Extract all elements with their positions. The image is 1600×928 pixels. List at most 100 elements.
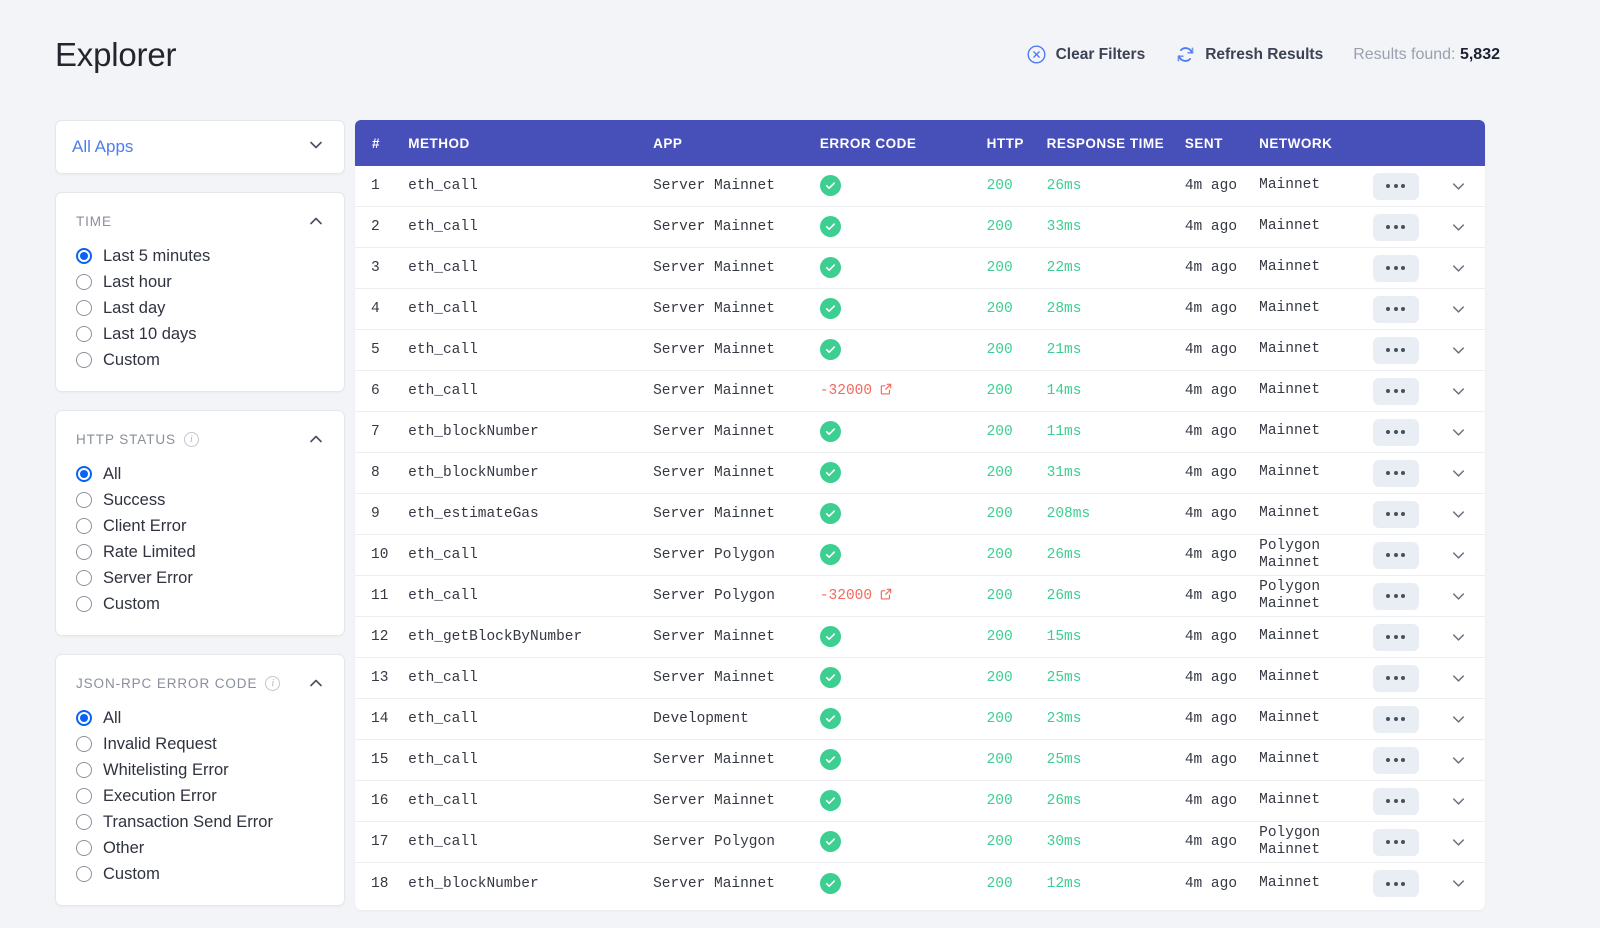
external-link-icon[interactable] xyxy=(879,382,893,401)
table-row[interactable]: 18 eth_blockNumber Server Mainnet 200 12ms 4m… xyxy=(355,863,1485,904)
filter-option[interactable]: Whitelisting Error xyxy=(76,757,326,783)
radio-button[interactable] xyxy=(76,570,92,586)
table-row[interactable]: 9 eth_estimateGas Server Mainnet 200 208ms 4m… xyxy=(355,494,1485,535)
filter-option[interactable]: Last 10 days xyxy=(76,321,326,347)
radio-button[interactable] xyxy=(76,544,92,560)
table-row[interactable]: 8 eth_blockNumber Server Mainnet 200 31ms 4m … xyxy=(355,453,1485,494)
table-row[interactable]: 14 eth_call Development 200 23ms 4m ago Mainne… xyxy=(355,699,1485,740)
chevron-down-icon[interactable] xyxy=(1449,382,1468,401)
radio-button[interactable] xyxy=(76,596,92,612)
radio-button[interactable] xyxy=(76,710,92,726)
column-header-number[interactable]: # xyxy=(355,136,408,151)
row-actions-button[interactable] xyxy=(1372,705,1419,733)
row-actions-button[interactable] xyxy=(1372,254,1419,282)
chevron-down-icon[interactable] xyxy=(1449,792,1468,811)
chevron-up-icon[interactable] xyxy=(306,673,326,693)
table-row[interactable]: 12 eth_getBlockByNumber Server Mainnet 200 1… xyxy=(355,617,1485,658)
chevron-down-icon[interactable] xyxy=(1449,177,1468,196)
radio-button[interactable] xyxy=(76,866,92,882)
radio-button[interactable] xyxy=(76,300,92,316)
filter-option[interactable]: Execution Error xyxy=(76,783,326,809)
row-actions-button[interactable] xyxy=(1372,623,1419,651)
radio-button[interactable] xyxy=(76,762,92,778)
chevron-down-icon[interactable] xyxy=(1449,423,1468,442)
row-actions-button[interactable] xyxy=(1372,582,1419,610)
radio-button[interactable] xyxy=(76,840,92,856)
column-header-method[interactable]: METHOD xyxy=(408,136,653,151)
radio-button[interactable] xyxy=(76,814,92,830)
column-header-network[interactable]: NETWORK xyxy=(1259,136,1359,151)
row-actions-button[interactable] xyxy=(1372,377,1419,405)
row-actions-button[interactable] xyxy=(1372,541,1419,569)
column-header-http[interactable]: HTTP xyxy=(987,136,1047,151)
column-header-sent[interactable]: SENT xyxy=(1185,136,1259,151)
filter-option[interactable]: Rate Limited xyxy=(76,539,326,565)
table-row[interactable]: 1 eth_call Server Mainnet 200 26ms 4m ago Main… xyxy=(355,166,1485,207)
chevron-down-icon[interactable] xyxy=(1449,300,1468,319)
filter-option[interactable]: Last day xyxy=(76,295,326,321)
chevron-down-icon[interactable] xyxy=(1449,751,1468,770)
clear-filters-button[interactable]: Clear Filters xyxy=(1026,44,1145,65)
filter-option[interactable]: All xyxy=(76,461,326,487)
apps-select[interactable]: All Apps xyxy=(56,121,344,173)
chevron-down-icon[interactable] xyxy=(1449,710,1468,729)
column-header-app[interactable]: APP xyxy=(653,136,820,151)
error-code-value[interactable]: -32000 xyxy=(820,587,893,606)
radio-button[interactable] xyxy=(76,274,92,290)
row-actions-button[interactable] xyxy=(1372,213,1419,241)
filter-option[interactable]: Other xyxy=(76,835,326,861)
filter-option[interactable]: Last hour xyxy=(76,269,326,295)
radio-button[interactable] xyxy=(76,492,92,508)
row-actions-button[interactable] xyxy=(1372,459,1419,487)
chevron-up-icon[interactable] xyxy=(306,429,326,449)
table-row[interactable]: 16 eth_call Server Mainnet 200 26ms 4m ago Mai… xyxy=(355,781,1485,822)
column-header-response-time[interactable]: RESPONSE TIME xyxy=(1047,136,1185,151)
table-row[interactable]: 3 eth_call Server Mainnet 200 22ms 4m ago Main… xyxy=(355,248,1485,289)
info-icon[interactable]: i xyxy=(183,431,199,447)
chevron-down-icon[interactable] xyxy=(1449,874,1468,893)
table-row[interactable]: 15 eth_call Server Mainnet 200 25ms 4m ago Mai… xyxy=(355,740,1485,781)
radio-button[interactable] xyxy=(76,466,92,482)
radio-button[interactable] xyxy=(76,326,92,342)
filter-option[interactable]: Custom xyxy=(76,861,326,887)
chevron-down-icon[interactable] xyxy=(1449,341,1468,360)
row-actions-button[interactable] xyxy=(1372,172,1419,200)
filter-option[interactable]: Custom xyxy=(76,591,326,617)
chevron-down-icon[interactable] xyxy=(1449,505,1468,524)
column-header-error-code[interactable]: ERROR CODE xyxy=(820,136,987,151)
radio-button[interactable] xyxy=(76,518,92,534)
error-code-value[interactable]: -32000 xyxy=(820,382,893,401)
table-row[interactable]: 7 eth_blockNumber Server Mainnet 200 11ms 4m … xyxy=(355,412,1485,453)
table-row[interactable]: 2 eth_call Server Mainnet 200 33ms 4m ago Main… xyxy=(355,207,1485,248)
row-actions-button[interactable] xyxy=(1372,418,1419,446)
chevron-down-icon[interactable] xyxy=(1449,259,1468,278)
external-link-icon[interactable] xyxy=(879,587,893,606)
chevron-down-icon[interactable] xyxy=(1449,628,1468,647)
row-actions-button[interactable] xyxy=(1372,787,1419,815)
radio-button[interactable] xyxy=(76,736,92,752)
filter-option[interactable]: Client Error xyxy=(76,513,326,539)
filter-option[interactable]: Server Error xyxy=(76,565,326,591)
chevron-down-icon[interactable] xyxy=(1449,218,1468,237)
table-row[interactable]: 6 eth_call Server Mainnet -32000 200 14ms 4m a… xyxy=(355,371,1485,412)
table-row[interactable]: 17 eth_call Server Polygon 200 30ms 4m ago Pol… xyxy=(355,822,1485,863)
radio-button[interactable] xyxy=(76,788,92,804)
filter-option[interactable]: Invalid Request xyxy=(76,731,326,757)
filter-option[interactable]: Last 5 minutes xyxy=(76,243,326,269)
filter-option[interactable]: Transaction Send Error xyxy=(76,809,326,835)
row-actions-button[interactable] xyxy=(1372,870,1419,897)
chevron-down-icon[interactable] xyxy=(1449,587,1468,606)
row-actions-button[interactable] xyxy=(1372,664,1419,692)
radio-button[interactable] xyxy=(76,352,92,368)
info-icon[interactable]: i xyxy=(265,675,281,691)
row-actions-button[interactable] xyxy=(1372,295,1419,323)
refresh-results-button[interactable]: Refresh Results xyxy=(1175,44,1323,65)
chevron-down-icon[interactable] xyxy=(1449,464,1468,483)
table-row[interactable]: 13 eth_call Server Mainnet 200 25ms 4m ago Mai… xyxy=(355,658,1485,699)
row-actions-button[interactable] xyxy=(1372,336,1419,364)
row-actions-button[interactable] xyxy=(1372,746,1419,774)
table-row[interactable]: 4 eth_call Server Mainnet 200 28ms 4m ago Main… xyxy=(355,289,1485,330)
filter-option[interactable]: Success xyxy=(76,487,326,513)
chevron-down-icon[interactable] xyxy=(1449,833,1468,852)
row-actions-button[interactable] xyxy=(1372,500,1419,528)
